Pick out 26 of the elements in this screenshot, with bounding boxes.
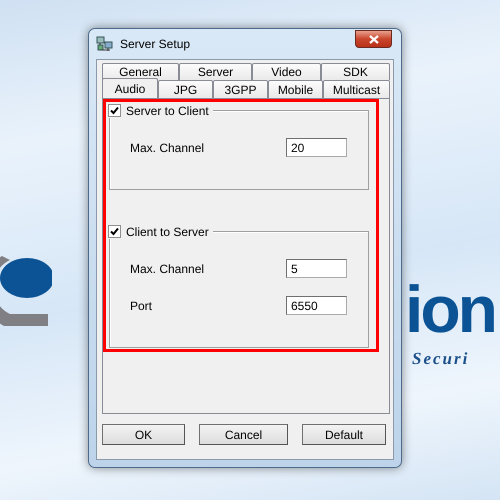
tab[interactable]: 3GPP <box>213 80 268 98</box>
checkbox[interactable] <box>108 225 121 238</box>
dialog-button[interactable]: OK <box>102 424 185 445</box>
tab[interactable]: Server <box>179 63 252 80</box>
tab[interactable]: JPG <box>158 80 213 98</box>
tab[interactable]: Video <box>252 63 321 80</box>
input-field[interactable]: 6550 <box>286 296 347 315</box>
input-field[interactable]: 5 <box>286 259 347 278</box>
tab[interactable]: Audio <box>102 78 158 98</box>
tab[interactable]: Mobile <box>268 80 323 98</box>
checkbox[interactable] <box>108 104 121 117</box>
close-button[interactable] <box>355 30 392 48</box>
field-label: Max. Channel <box>130 262 204 276</box>
network-computers-icon <box>96 36 114 52</box>
close-icon <box>368 34 378 44</box>
tab[interactable]: General <box>102 63 179 80</box>
field-label: Port <box>130 298 152 312</box>
background-logo-text: ion <box>405 276 495 342</box>
tab[interactable]: SDK <box>321 63 390 80</box>
field-label: Max. Channel <box>130 140 204 154</box>
dialog-button[interactable]: Default <box>302 424 386 445</box>
input-field[interactable]: 20 <box>286 138 347 157</box>
background-tagline: Securi <box>412 349 470 369</box>
tab[interactable]: Multicast <box>323 80 390 98</box>
dialog-button[interactable]: Cancel <box>199 424 288 445</box>
window-title: Server Setup <box>120 37 190 51</box>
